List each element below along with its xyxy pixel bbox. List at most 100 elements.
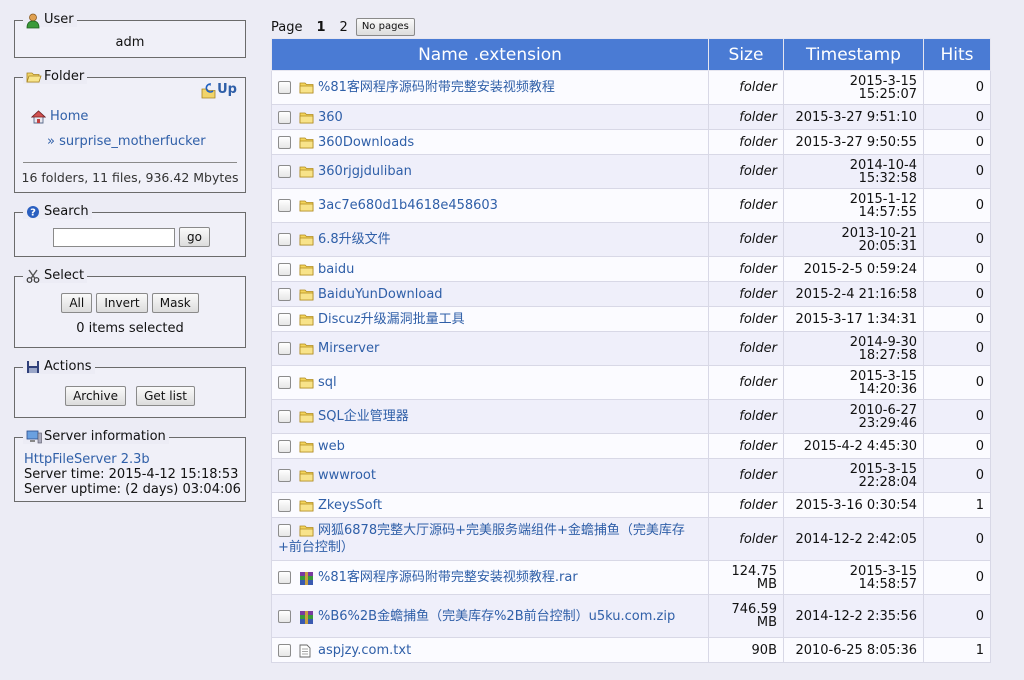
- folder-icon: [299, 263, 314, 276]
- text-file-icon: [299, 644, 314, 657]
- table-row[interactable]: baidu folder 2015-2-5 0:59:24 0: [271, 256, 991, 282]
- row-checkbox[interactable]: [278, 262, 291, 276]
- file-link[interactable]: Discuz升级漏洞批量工具: [318, 312, 465, 327]
- hits-column-header[interactable]: Hits: [923, 38, 991, 71]
- row-checkbox[interactable]: [278, 609, 291, 623]
- file-link[interactable]: BaiduYunDownload: [318, 287, 443, 302]
- file-link[interactable]: web: [318, 439, 345, 454]
- select-panel-title: Select: [44, 268, 85, 283]
- table-row[interactable]: 6.8升级文件 folder 2013-10-21 20:05:31 0: [271, 222, 991, 257]
- file-link[interactable]: Mirserver: [318, 341, 379, 356]
- size-cell: folder: [708, 331, 784, 366]
- file-link[interactable]: 360: [318, 110, 343, 125]
- table-row[interactable]: sql folder 2015-3-15 14:20:36 0: [271, 365, 991, 400]
- file-link[interactable]: 6.8升级文件: [318, 232, 391, 247]
- row-checkbox[interactable]: [278, 199, 291, 212]
- table-row[interactable]: %81客网程序源码附带完整安装视频教程.rar 124.75 MB 2015-3-1…: [271, 560, 991, 595]
- row-checkbox[interactable]: [278, 643, 291, 657]
- row-checkbox[interactable]: [278, 135, 291, 149]
- server-uptime: Server uptime: (2 days) 03:04:06: [24, 482, 241, 497]
- row-checkbox[interactable]: [278, 469, 291, 482]
- name-cell: Discuz升级漏洞批量工具: [271, 306, 709, 332]
- file-link[interactable]: wwwroot: [318, 468, 376, 483]
- row-checkbox[interactable]: [278, 342, 291, 355]
- timestamp-column-header[interactable]: Timestamp: [783, 38, 924, 71]
- file-list: %81客网程序源码附带完整安装视频教程 folder 2015-3-15 15:25…: [271, 70, 991, 663]
- file-link[interactable]: 3ac7e680d1b4618e458603: [318, 198, 498, 213]
- home-link[interactable]: Home: [30, 109, 88, 124]
- file-link[interactable]: 360Downloads: [318, 135, 414, 150]
- row-checkbox[interactable]: [278, 571, 291, 584]
- archive-button[interactable]: Archive: [65, 386, 126, 406]
- file-link[interactable]: %81客网程序源码附带完整安装视频教程: [318, 80, 555, 95]
- table-row[interactable]: web folder 2015-4-2 4:45:30 0: [271, 433, 991, 459]
- server-panel: Server information HttpFileServer 2.3b S…: [14, 429, 246, 502]
- table-row[interactable]: BaiduYunDownload folder 2015-2-4 21:16:58 0: [271, 281, 991, 307]
- size-column-header[interactable]: Size: [708, 38, 784, 71]
- table-row[interactable]: 360rjgjduliban folder 2014-10-4 15:32:58 0: [271, 154, 991, 189]
- row-checkbox[interactable]: [278, 110, 291, 124]
- current-folder-link[interactable]: » surprise_motherfucker: [47, 134, 206, 149]
- table-row[interactable]: ZkeysSoft folder 2015-3-16 0:30:54 1: [271, 492, 991, 518]
- row-checkbox[interactable]: [278, 498, 291, 512]
- row-checkbox[interactable]: [278, 233, 291, 246]
- row-checkbox[interactable]: [278, 410, 291, 423]
- table-row[interactable]: 360 folder 2015-3-27 9:51:10 0: [271, 104, 991, 130]
- size-cell: folder: [708, 70, 784, 105]
- hits-cell: 0: [923, 188, 991, 223]
- name-cell: BaiduYunDownload: [271, 281, 709, 307]
- folder-icon: [299, 499, 314, 512]
- file-link[interactable]: sql: [318, 375, 337, 390]
- file-link[interactable]: %B6%2B金蟾捕鱼（完美库存%2B前台控制）u5ku.com.zip: [318, 609, 675, 624]
- name-cell: baidu: [271, 256, 709, 282]
- get-list-button[interactable]: Get list: [136, 386, 195, 406]
- file-link[interactable]: ZkeysSoft: [318, 498, 382, 513]
- file-link[interactable]: 网狐6878完整大厅源码+完美服务端组件+金蟾捕鱼（完美库存+前台控制）: [278, 523, 685, 555]
- file-link[interactable]: aspjzy.com.txt: [318, 643, 411, 658]
- server-software-link[interactable]: HttpFileServer 2.3b: [24, 452, 150, 467]
- table-row[interactable]: 网狐6878完整大厅源码+完美服务端组件+金蟾捕鱼（完美库存+前台控制） fold…: [271, 517, 991, 561]
- file-link[interactable]: SQL企业管理器: [318, 409, 409, 424]
- hits-cell: 0: [923, 256, 991, 282]
- hits-cell: 0: [923, 222, 991, 257]
- folder-icon: [299, 111, 314, 124]
- table-row[interactable]: 3ac7e680d1b4618e458603 folder 2015-1-12 14…: [271, 188, 991, 223]
- user-name: adm: [115, 35, 145, 50]
- search-go-button[interactable]: go: [179, 227, 210, 247]
- row-checkbox[interactable]: [278, 439, 291, 453]
- table-row[interactable]: %81客网程序源码附带完整安装视频教程 folder 2015-3-15 15:25…: [271, 70, 991, 105]
- select-all-button[interactable]: All: [61, 293, 93, 313]
- row-checkbox[interactable]: [278, 524, 291, 537]
- up-button[interactable]: Up: [201, 82, 237, 98]
- up-label: Up: [217, 82, 237, 97]
- table-row[interactable]: %B6%2B金蟾捕鱼（完美库存%2B前台控制）u5ku.com.zip 746.5…: [271, 594, 991, 638]
- mask-button[interactable]: Mask: [151, 293, 199, 313]
- row-checkbox[interactable]: [278, 81, 291, 94]
- file-link[interactable]: 360rjgjduliban: [318, 164, 412, 179]
- folder-icon: [299, 233, 314, 246]
- search-input[interactable]: [53, 227, 175, 247]
- timestamp-cell: 2015-1-12 14:57:55: [783, 188, 924, 223]
- table-row[interactable]: Mirserver folder 2014-9-30 18:27:58 0: [271, 331, 991, 366]
- invert-selection-button[interactable]: Invert: [96, 293, 148, 313]
- timestamp-cell: 2014-12-2 2:35:56: [783, 594, 924, 638]
- row-checkbox[interactable]: [278, 287, 291, 301]
- table-row[interactable]: SQL企业管理器 folder 2010-6-27 23:29:46 0: [271, 399, 991, 434]
- folder-icon: [299, 313, 314, 326]
- pager-page-2-link[interactable]: 2: [340, 20, 348, 35]
- table-row[interactable]: wwwroot folder 2015-3-15 22:28:04 0: [271, 458, 991, 493]
- archive-icon: [299, 571, 314, 585]
- row-checkbox[interactable]: [278, 165, 291, 178]
- user-panel: User adm: [14, 12, 246, 58]
- table-row[interactable]: aspjzy.com.txt 90B 2010-6-25 8:05:36 1: [271, 637, 991, 663]
- search-panel-legend: ? Search: [23, 204, 92, 219]
- table-row[interactable]: Discuz升级漏洞批量工具 folder 2015-3-17 1:34:31 0: [271, 306, 991, 332]
- name-column-header[interactable]: Name .extension: [271, 38, 709, 71]
- file-link[interactable]: baidu: [318, 262, 354, 277]
- row-checkbox[interactable]: [278, 312, 291, 326]
- table-row[interactable]: 360Downloads folder 2015-3-27 9:50:55 0: [271, 129, 991, 155]
- no-pages-button[interactable]: No pages: [355, 18, 415, 36]
- row-checkbox[interactable]: [278, 376, 291, 389]
- hits-cell: 1: [923, 492, 991, 518]
- file-link[interactable]: %81客网程序源码附带完整安装视频教程.rar: [318, 570, 578, 585]
